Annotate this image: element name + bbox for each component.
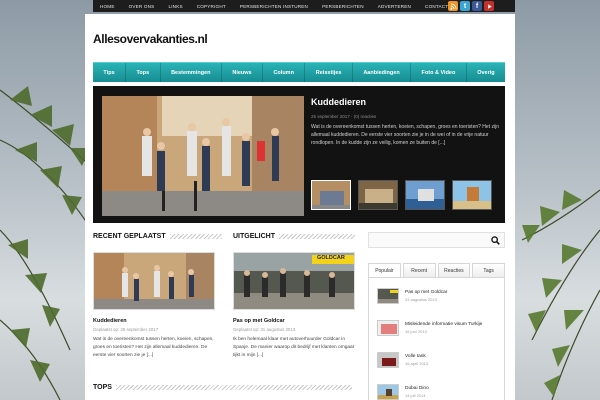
menu-item-column[interactable]: Column — [263, 63, 306, 82]
menu-item-overig[interactable]: Overig — [467, 63, 505, 82]
menu-item-tips[interactable]: Tips — [93, 63, 127, 82]
list-item[interactable]: Dubai Dino 14 juli 2014 — [377, 384, 429, 400]
sidebar-search — [368, 232, 505, 252]
menu-item-aanbiedingen[interactable]: Aanbiedingen — [353, 63, 412, 82]
uitgelicht-post-excerpt: Ik ben helemaal klaar met autoverhuurder… — [233, 337, 355, 358]
list-item-title[interactable]: Dubai Dino — [405, 386, 429, 391]
page-content: Allesovervakanties.nl Tips Tops Bestemmi… — [85, 14, 515, 400]
list-item-thumb — [377, 320, 399, 336]
uitgelicht-post: GOLDCAR Pas op met Goldcar Geplaatst op:… — [233, 252, 355, 360]
list-item[interactable]: Pas op met Goldcar 31 augustus 2013 — [377, 288, 447, 304]
list-item[interactable]: Volle tank 16 april 2013 — [377, 352, 428, 368]
goldcar-sign-text: GOLDCAR — [317, 255, 345, 261]
top-nav-persberichten-insturen[interactable]: PERSBERICHTEN INSTUREN — [233, 4, 315, 9]
palm-tree-right-decoration — [521, 189, 600, 400]
list-item-thumb — [377, 352, 399, 368]
top-nav-adverteren[interactable]: ADVERTEREN — [371, 4, 418, 9]
rss-icon[interactable] — [448, 1, 458, 11]
menu-item-tops[interactable]: Tops — [126, 63, 161, 82]
search-input[interactable] — [369, 238, 489, 252]
section-recent-heading: RECENT GEPLAATST — [93, 233, 222, 240]
list-item-title[interactable]: Volle tank — [405, 354, 428, 359]
list-item-thumb — [377, 288, 399, 304]
top-nav-persberichten[interactable]: PERSBERICHTEN — [315, 4, 371, 9]
slider-thumbnails — [311, 180, 492, 210]
top-nav-over-ons[interactable]: OVER ONS — [122, 4, 162, 9]
featured-photo[interactable] — [102, 96, 304, 216]
featured-excerpt: Wat is de overeenkomst tussen herten, ko… — [311, 124, 499, 146]
tab-recent[interactable]: Recent — [402, 263, 436, 277]
recent-post: Kuddedieren Geplaatst op: 25 september 2… — [93, 252, 215, 360]
slider-thumb-4[interactable] — [452, 180, 492, 210]
tab-tags[interactable]: Tags — [472, 263, 505, 277]
heading-divider — [169, 234, 222, 239]
top-nav-links[interactable]: LINKS — [161, 4, 189, 9]
list-item[interactable]: Misleidende informatie visum Turkije 16 … — [377, 320, 482, 336]
slider-thumb-3[interactable] — [405, 180, 445, 210]
palm-tree-left-decoration — [0, 86, 95, 400]
twitter-icon[interactable]: t — [460, 1, 470, 11]
heading-divider — [279, 234, 355, 239]
site-logo[interactable]: Allesovervakanties.nl — [93, 32, 208, 46]
category-menu: Tips Tops Bestemmingen Nieuws Column Rei… — [93, 62, 505, 82]
uitgelicht-post-image[interactable]: GOLDCAR — [233, 252, 355, 310]
menu-item-reisstijes[interactable]: Reisstijes — [305, 63, 353, 82]
tab-reacties[interactable]: Reacties — [437, 263, 471, 277]
list-item-thumb — [377, 384, 399, 400]
list-item-date: 31 augustus 2013 — [405, 297, 437, 302]
tab-populair[interactable]: Populair — [368, 263, 401, 277]
top-nav-copyright[interactable]: COPYRIGHT — [190, 4, 233, 9]
top-nav-home[interactable]: HOME — [93, 4, 122, 9]
section-uitgelicht-heading: UITGELICHT — [233, 233, 355, 240]
menu-item-nieuws[interactable]: Nieuws — [222, 63, 264, 82]
slider-thumb-1[interactable] — [311, 180, 351, 210]
list-item-date: 16 april 2013 — [405, 361, 429, 366]
social-links: t f — [448, 1, 494, 11]
section-tops-heading: TOPS — [93, 384, 352, 391]
search-icon[interactable] — [491, 236, 500, 245]
recent-post-excerpt: Wat is de overeenkomst tussen herten, ko… — [93, 337, 214, 358]
featured-slider: Kuddedieren 25 september 2017 - (0) reac… — [93, 86, 505, 223]
facebook-icon[interactable]: f — [472, 1, 482, 11]
recent-post-image[interactable] — [93, 252, 215, 310]
recent-post-title[interactable]: Kuddedieren — [93, 318, 215, 324]
uitgelicht-post-meta: Geplaatst op: 31 augustus 2013 — [233, 327, 296, 332]
list-item-date: 16 juni 2014 — [405, 329, 427, 334]
heading-divider — [115, 385, 352, 390]
youtube-icon[interactable] — [484, 1, 494, 11]
slider-thumb-2[interactable] — [358, 180, 398, 210]
sidebar-tabs: Populair Recent Reacties Tags — [368, 263, 505, 277]
list-item-date: 14 juli 2014 — [405, 393, 426, 398]
tab-panel-populair: Pas op met Goldcar 31 augustus 2013 Misl… — [368, 277, 505, 400]
featured-title[interactable]: Kuddedieren — [311, 97, 366, 107]
uitgelicht-post-title[interactable]: Pas op met Goldcar — [233, 318, 355, 324]
list-item-title[interactable]: Misleidende informatie visum Turkije — [405, 322, 482, 327]
menu-item-foto-video[interactable]: Foto & Video — [411, 63, 467, 82]
list-item-title[interactable]: Pas op met Goldcar — [405, 290, 447, 295]
featured-meta: 25 september 2017 - (0) reacties — [311, 114, 377, 119]
menu-item-bestemmingen[interactable]: Bestemmingen — [161, 63, 222, 82]
recent-post-meta: Geplaatst op: 25 september 2017 — [93, 327, 159, 332]
